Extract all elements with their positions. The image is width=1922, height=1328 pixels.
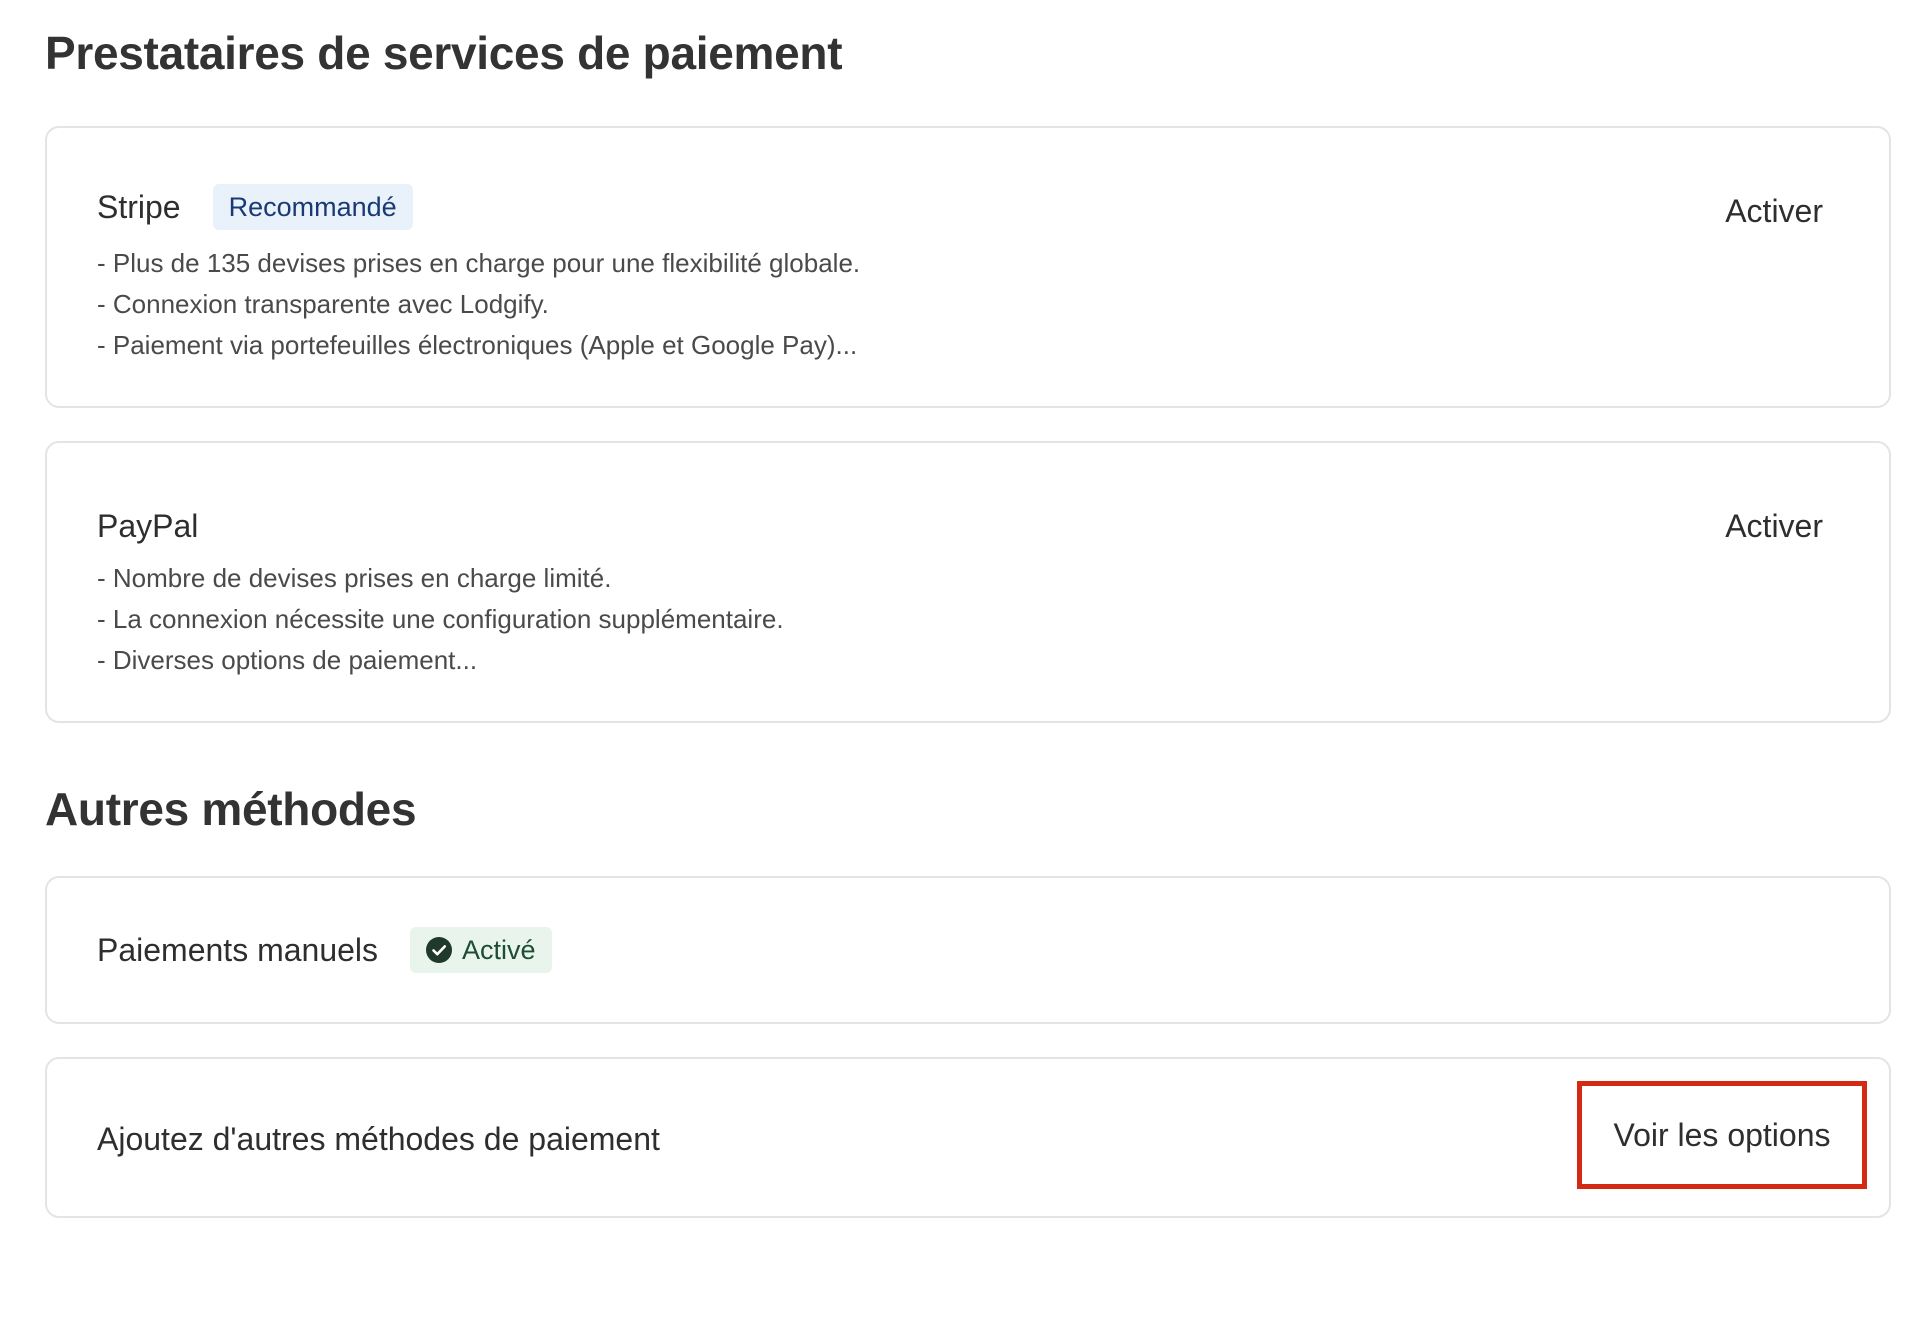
manual-payments-header: Paiements manuels Activé [97,927,552,973]
status-badge: Activé [410,927,552,973]
paypal-features-list: - Nombre de devises prises en charge lim… [97,558,784,681]
status-badge-label: Activé [462,934,536,965]
manual-payments-name: Paiements manuels [97,932,379,968]
stripe-activate-button[interactable]: Activer [1725,195,1823,227]
more-methods-card: Ajoutez d'autres méthodes de paiement Vo… [45,1057,1891,1218]
view-options-label: Voir les options [1613,1116,1831,1153]
more-methods-header: Ajoutez d'autres méthodes de paiement [97,1123,660,1155]
list-item: - La connexion nécessite une configurati… [97,604,784,634]
other-methods-section-title: Autres méthodes [45,783,417,835]
providers-section-title: Prestataires de services de paiement [45,27,843,79]
paypal-card: PayPal - Nombre de devises prises en cha… [45,441,1891,723]
recommended-badge: Recommandé [212,184,413,230]
list-item: - Plus de 135 devises prises en charge p… [97,248,861,278]
list-item: - Nombre de devises prises en charge lim… [97,563,612,593]
view-options-button[interactable]: Voir les options [1577,1081,1867,1189]
list-item: - Connexion transparente avec Lodgify. [97,289,549,319]
stripe-features-list: - Plus de 135 devises prises en charge p… [97,243,860,366]
stripe-card: Stripe Recommandé - Plus de 135 devises … [45,126,1891,408]
stripe-card-header: Stripe Recommandé [97,184,413,230]
list-item: - Diverses options de paiement... [97,645,478,675]
stripe-name: Stripe [97,189,181,225]
more-methods-label: Ajoutez d'autres méthodes de paiement [97,1121,660,1157]
paypal-card-header: PayPal [97,510,198,542]
manual-payments-card: Paiements manuels Activé [45,876,1891,1024]
list-item: - Paiement via portefeuilles électroniqu… [97,330,858,360]
check-circle-icon [426,937,453,963]
paypal-name: PayPal [97,508,199,544]
paypal-activate-button[interactable]: Activer [1725,510,1823,542]
